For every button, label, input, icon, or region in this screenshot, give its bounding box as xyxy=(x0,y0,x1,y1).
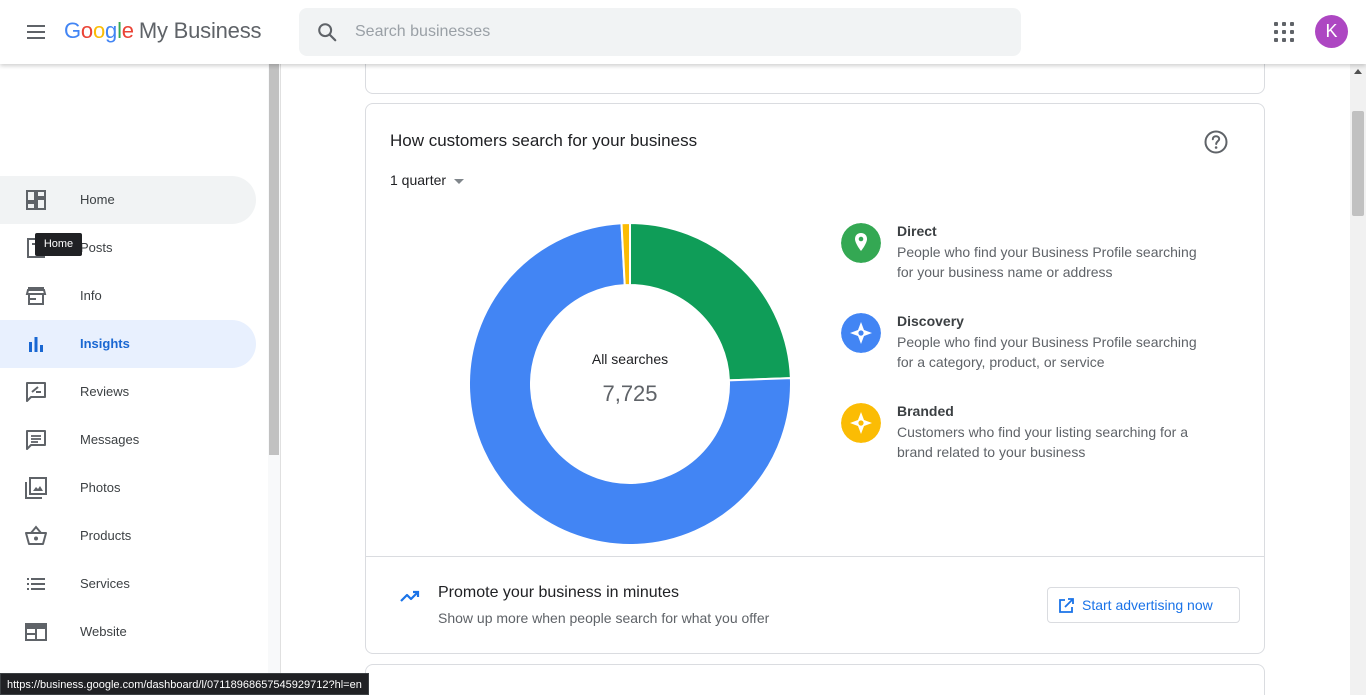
sidebar-nav: Home Posts Info Insights Reviews Message… xyxy=(0,64,268,695)
sidebar-scroll-thumb[interactable] xyxy=(269,64,279,455)
sidebar-item-reviews[interactable]: Reviews xyxy=(0,368,256,416)
sidebar-item-label: Photos xyxy=(80,480,121,495)
sidebar-scrollbar[interactable] xyxy=(268,64,281,695)
date-range-dropdown[interactable]: 1 quarter xyxy=(390,172,465,188)
page-scrollbar[interactable] xyxy=(1350,64,1366,695)
start-advertising-button[interactable]: Start advertising now xyxy=(1047,587,1240,623)
scroll-up-arrow-icon[interactable] xyxy=(1354,69,1362,74)
rate-review-icon xyxy=(26,382,46,402)
search-input[interactable] xyxy=(355,8,995,56)
legend-name: Discovery xyxy=(897,313,964,329)
sidebar-item-label: Services xyxy=(80,576,130,591)
next-card xyxy=(365,664,1265,695)
sidebar-item-products[interactable]: Products xyxy=(0,512,256,560)
sidebar-item-photos[interactable]: Photos xyxy=(0,464,256,512)
location-pin-icon xyxy=(841,223,881,263)
sidebar-item-label: Reviews xyxy=(80,384,130,399)
list-icon xyxy=(27,578,45,590)
sidebar-item-label: Info xyxy=(80,288,102,303)
previous-card xyxy=(365,64,1265,94)
main-content: How customers search for your business 1… xyxy=(281,64,1350,695)
sidebar-item-label: Products xyxy=(80,528,132,543)
dropdown-arrow-icon xyxy=(454,178,465,184)
help-icon[interactable] xyxy=(1203,129,1229,155)
compass-icon xyxy=(841,313,881,353)
legend-description: People who find your Business Profile se… xyxy=(897,334,1197,370)
card-divider xyxy=(366,556,1264,557)
promo-subtitle: Show up more when people search for what… xyxy=(438,610,770,626)
legend-name: Branded xyxy=(897,403,954,419)
account-avatar[interactable]: K xyxy=(1315,15,1348,48)
legend-description: People who find your Business Profile se… xyxy=(897,244,1197,280)
sidebar-item-website[interactable]: Website xyxy=(0,608,256,656)
donut-center-value: 7,725 xyxy=(602,381,658,406)
sidebar-item-messages[interactable]: Messages xyxy=(0,416,256,464)
search-insights-card: How customers search for your business 1… xyxy=(365,103,1265,654)
date-range-label: 1 quarter xyxy=(390,172,447,188)
sidebar-item-label: Posts xyxy=(80,240,113,255)
search-bar xyxy=(299,8,1021,56)
sidebar-item-info[interactable]: Info xyxy=(0,272,256,320)
google-my-business-logo[interactable]: Google My Business xyxy=(64,18,262,44)
message-icon xyxy=(26,430,46,450)
sidebar-item-label: Messages xyxy=(80,432,140,447)
main-menu-button[interactable] xyxy=(24,20,48,44)
bar-chart-icon xyxy=(29,337,43,352)
legend-description: Customers who find your listing searchin… xyxy=(897,424,1189,460)
sidebar-item-services[interactable]: Services xyxy=(0,560,256,608)
store-icon xyxy=(25,287,47,305)
page-scroll-thumb[interactable] xyxy=(1352,111,1364,216)
legend-name: Direct xyxy=(897,223,937,239)
web-icon xyxy=(25,623,47,641)
donut-center-label: All searches xyxy=(591,351,669,367)
sidebar-item-label: Insights xyxy=(80,336,130,351)
sidebar-item-insights[interactable]: Insights xyxy=(0,320,256,368)
home-tooltip: Home xyxy=(35,233,82,256)
branded-star-icon xyxy=(841,403,881,443)
dashboard-icon xyxy=(26,190,46,210)
open-in-new-icon xyxy=(1059,598,1074,613)
photo-library-icon xyxy=(25,477,47,499)
promo-title: Promote your business in minutes xyxy=(438,584,679,601)
sidebar-item-home[interactable]: Home xyxy=(0,176,256,224)
trending-up-icon xyxy=(400,590,420,602)
card-title: How customers search for your business xyxy=(390,131,698,150)
sidebar-item-label: Home xyxy=(80,192,115,207)
status-bar-url: https://business.google.com/dashboard/l/… xyxy=(0,673,369,695)
sidebar-item-label: Website xyxy=(80,624,127,639)
start-advertising-label: Start advertising now xyxy=(1082,597,1213,613)
app-header: GoogleMy Business K xyxy=(0,0,1366,64)
search-icon[interactable] xyxy=(316,21,338,43)
basket-icon xyxy=(25,525,47,545)
google-apps-icon[interactable] xyxy=(1272,20,1296,44)
